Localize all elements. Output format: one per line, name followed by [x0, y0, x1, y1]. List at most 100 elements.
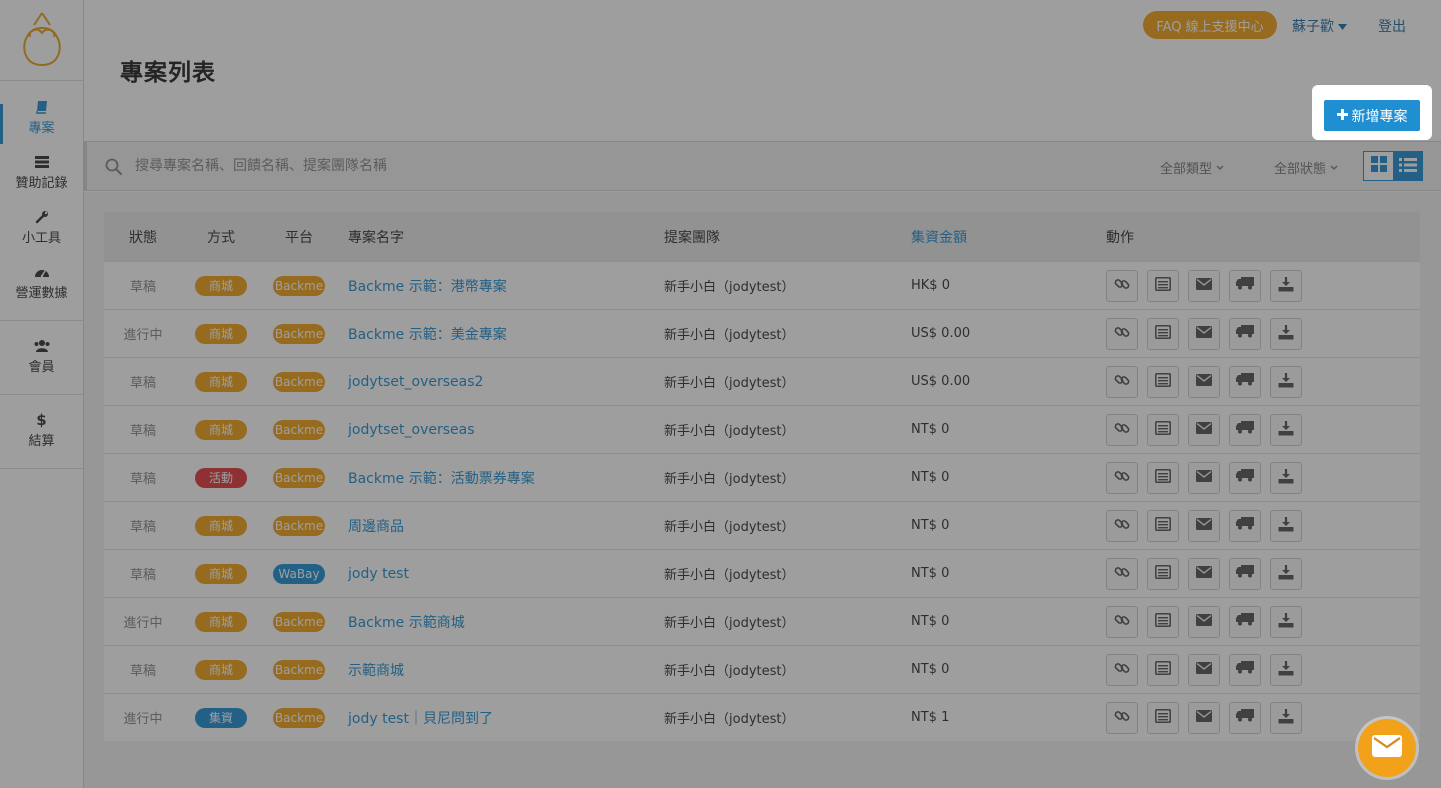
truck-action-button[interactable] [1229, 413, 1261, 446]
user-name: 蘇子歡 [1292, 19, 1334, 35]
download-action-button[interactable] [1270, 413, 1302, 446]
download-icon [1278, 516, 1294, 536]
truck-action-button[interactable] [1229, 701, 1261, 734]
download-icon [1278, 612, 1294, 632]
row-status: 進行中 [123, 712, 163, 727]
faq-button[interactable]: FAQ 線上支援中心 [1143, 11, 1277, 39]
sidebar-item-members[interactable]: 會員 [0, 329, 83, 384]
row-platform-cell: Backme [260, 371, 338, 392]
sidebar-item-projects[interactable]: 專案 [0, 90, 83, 145]
download-action-button[interactable] [1270, 701, 1302, 734]
truck-action-button[interactable] [1229, 653, 1261, 686]
download-action-button[interactable] [1270, 557, 1302, 590]
download-action-button[interactable] [1270, 509, 1302, 542]
project-name-link[interactable]: jodytset_overseas [348, 422, 475, 438]
user-menu[interactable]: 蘇子歡 [1292, 16, 1347, 36]
list-view-button[interactable] [1393, 152, 1422, 180]
truck-action-button[interactable] [1229, 269, 1261, 302]
header-team: 提案團隊 [664, 229, 720, 246]
download-action-button[interactable] [1270, 269, 1302, 302]
project-name-link[interactable]: jody test [348, 566, 409, 582]
table-row: 草稿 商城 Backme jodytset_overseas2 新手小白（jod… [104, 357, 1420, 405]
envelope-action-button[interactable] [1188, 269, 1220, 302]
list-alt-action-button[interactable] [1147, 509, 1179, 542]
list-alt-action-button[interactable] [1147, 269, 1179, 302]
download-action-button[interactable] [1270, 461, 1302, 494]
link-action-button[interactable] [1106, 701, 1138, 734]
envelope-action-button[interactable] [1188, 509, 1220, 542]
sidebar-item-sponsorships[interactable]: 贊助記錄 [0, 145, 83, 200]
chat-support-button[interactable] [1358, 719, 1416, 777]
type-filter-select[interactable]: 全部類型 [1160, 158, 1224, 177]
truck-action-button[interactable] [1229, 605, 1261, 638]
download-action-button[interactable] [1270, 653, 1302, 686]
link-action-button[interactable] [1106, 365, 1138, 398]
download-action-button[interactable] [1270, 605, 1302, 638]
sidebar-item-settlement[interactable]: $ 結算 [0, 403, 83, 458]
list-alt-action-button[interactable] [1147, 653, 1179, 686]
link-action-button[interactable] [1106, 653, 1138, 686]
truck-action-button[interactable] [1229, 461, 1261, 494]
truck-action-button[interactable] [1229, 557, 1261, 590]
envelope-action-button[interactable] [1188, 605, 1220, 638]
envelope-action-button[interactable] [1188, 653, 1220, 686]
download-action-button[interactable] [1270, 317, 1302, 350]
sidebar-item-label: 營運數據 [15, 286, 68, 301]
download-action-button[interactable] [1270, 365, 1302, 398]
envelope-action-button[interactable] [1188, 557, 1220, 590]
row-status: 草稿 [129, 424, 156, 439]
list-alt-icon [1155, 420, 1171, 439]
link-action-button[interactable] [1106, 413, 1138, 446]
logo[interactable] [0, 0, 83, 81]
type-badge: 商城 [195, 371, 247, 392]
link-action-button[interactable] [1106, 509, 1138, 542]
project-name-link[interactable]: jody test｜貝尼問到了 [348, 711, 493, 727]
header-amount-sort[interactable]: 集資金額 [911, 227, 1106, 247]
envelope-action-button[interactable] [1188, 461, 1220, 494]
list-alt-action-button[interactable] [1147, 413, 1179, 446]
add-project-button[interactable]: 新增專案 [1324, 100, 1420, 131]
table-row: 草稿 商城 Backme 周邊商品 新手小白（jodytest） NT$ 0 [104, 501, 1420, 549]
platform-badge: Backme [272, 659, 326, 680]
envelope-action-button[interactable] [1188, 317, 1220, 350]
project-name-link[interactable]: Backme 示範：美金專案 [348, 327, 507, 343]
row-team: 新手小白（jodytest） [664, 568, 795, 583]
list-alt-action-button[interactable] [1147, 317, 1179, 350]
sidebar-item-analytics[interactable]: 營運數據 [0, 255, 83, 310]
platform-badge: Backme [272, 467, 326, 488]
logout-link[interactable]: 登出 [1378, 16, 1406, 36]
list-alt-action-button[interactable] [1147, 605, 1179, 638]
status-filter-select[interactable]: 全部狀態 [1274, 158, 1338, 177]
list-alt-action-button[interactable] [1147, 461, 1179, 494]
link-action-button[interactable] [1106, 269, 1138, 302]
link-action-button[interactable] [1106, 317, 1138, 350]
row-platform-cell: Backme [260, 515, 338, 536]
link-action-button[interactable] [1106, 557, 1138, 590]
envelope-action-button[interactable] [1188, 701, 1220, 734]
project-name-link[interactable]: Backme 示範：港幣專案 [348, 279, 507, 295]
plus-icon [1336, 108, 1348, 124]
row-amount: US$ 0.00 [911, 374, 971, 389]
truck-action-button[interactable] [1229, 365, 1261, 398]
search-input[interactable] [135, 152, 655, 180]
list-alt-action-button[interactable] [1147, 701, 1179, 734]
link-action-button[interactable] [1106, 461, 1138, 494]
project-name-link[interactable]: 周邊商品 [348, 519, 404, 535]
project-name-link[interactable]: jodytset_overseas2 [348, 374, 483, 390]
project-name-link[interactable]: Backme 示範商城 [348, 615, 465, 631]
type-badge: 商城 [195, 275, 247, 296]
envelope-action-button[interactable] [1188, 365, 1220, 398]
row-name-cell: 周邊商品 [338, 516, 664, 536]
truck-action-button[interactable] [1229, 317, 1261, 350]
grid-view-button[interactable] [1364, 152, 1393, 180]
link-action-button[interactable] [1106, 605, 1138, 638]
type-badge: 商城 [195, 515, 247, 536]
project-name-link[interactable]: 示範商城 [348, 663, 404, 679]
sidebar-item-tools[interactable]: 小工具 [0, 200, 83, 255]
list-alt-action-button[interactable] [1147, 365, 1179, 398]
truck-action-button[interactable] [1229, 509, 1261, 542]
envelope-action-button[interactable] [1188, 413, 1220, 446]
project-name-link[interactable]: Backme 示範：活動票券專案 [348, 471, 535, 487]
list-alt-action-button[interactable] [1147, 557, 1179, 590]
row-team: 新手小白（jodytest） [664, 280, 795, 295]
